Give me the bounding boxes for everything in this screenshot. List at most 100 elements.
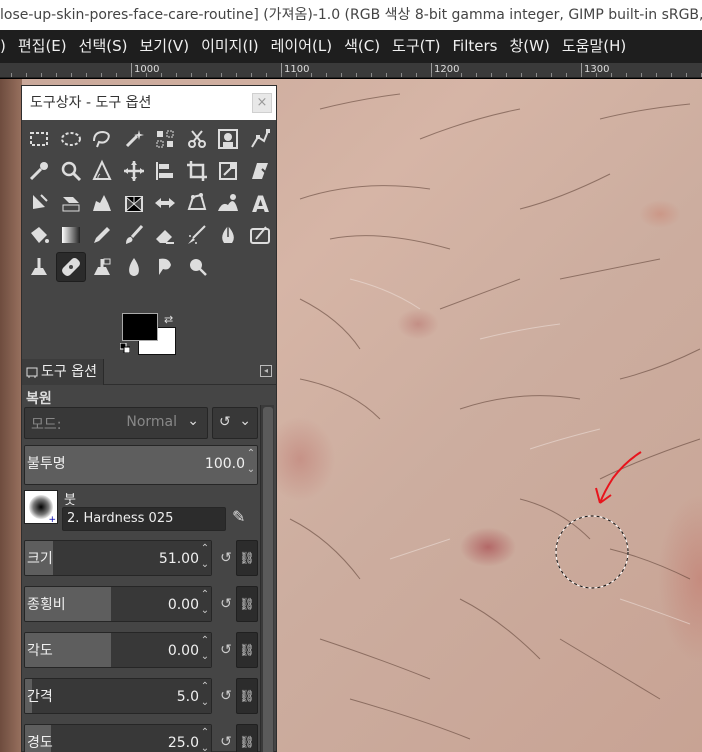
ruler-minor-tick (536, 73, 537, 77)
clone-icon[interactable] (24, 252, 54, 282)
reset-icon: ↺ (219, 414, 231, 430)
link-icon[interactable]: ⛓ (236, 724, 258, 752)
text-icon[interactable]: A (245, 188, 275, 218)
foreground-select-icon[interactable] (213, 124, 243, 154)
shear-icon[interactable] (56, 188, 86, 218)
angle-spinscale[interactable]: 각도 0.00 ⌃ ⌄ (24, 632, 212, 668)
heal-icon[interactable] (55, 252, 86, 282)
pencil-icon[interactable] (87, 220, 117, 250)
opacity-spinscale[interactable]: 불투명 100.0 ⌃ ⌄ (24, 445, 258, 485)
reset-icon[interactable]: ↺ (216, 678, 236, 714)
link-icon[interactable]: ⛓ (236, 540, 258, 576)
link-icon[interactable]: ⛓ (236, 678, 258, 714)
spin-arrows-icon[interactable]: ⌃ ⌄ (245, 446, 257, 484)
link-icon[interactable]: ⛓ (236, 632, 258, 668)
menu-colors[interactable]: 색(C) (338, 30, 386, 63)
ruler-minor-tick (206, 73, 207, 77)
select-by-color-icon[interactable] (150, 124, 180, 154)
foreground-color-swatch[interactable] (122, 313, 158, 341)
menu-tools[interactable]: 도구(T) (386, 30, 446, 63)
perspective-icon[interactable] (119, 188, 149, 218)
horizontal-ruler[interactable]: 1000 1100 1200 1300 (0, 63, 702, 78)
flip-icon[interactable] (150, 188, 180, 218)
menu-file[interactable]: ) (0, 30, 12, 63)
smudge-icon[interactable] (150, 252, 180, 282)
ruler-minor-tick (611, 73, 612, 77)
unified-transform-icon[interactable] (213, 156, 243, 186)
scissors-select-icon[interactable] (182, 124, 212, 154)
menu-filters[interactable]: Filters (447, 30, 504, 63)
reset-colors-icon[interactable] (120, 343, 130, 353)
menu-help[interactable]: 도움말(H) (556, 30, 632, 63)
menu-image[interactable]: 이미지(I) (195, 30, 265, 63)
rotate-icon[interactable] (24, 188, 54, 218)
measure-icon[interactable] (87, 156, 117, 186)
reset-icon[interactable]: ↺ (216, 540, 236, 576)
menu-view[interactable]: 보기(V) (133, 30, 195, 63)
dock-title-bar[interactable]: 도구상자 - 도구 옵션 × (22, 86, 276, 120)
menu-windows[interactable]: 창(W) (503, 30, 555, 63)
aspect-ratio-spinscale[interactable]: 종횡비 0.00 ⌃ ⌄ (24, 586, 212, 622)
mypaint-brush-icon[interactable] (245, 220, 275, 250)
brush-preview[interactable]: + (24, 490, 58, 525)
gradient-icon[interactable] (56, 220, 86, 250)
paintbrush-icon[interactable] (119, 220, 149, 250)
ruler-minor-tick (476, 73, 477, 77)
reset-icon[interactable]: ↺ (216, 724, 236, 752)
size-spinscale[interactable]: 크기 51.00 ⌃ ⌄ (24, 540, 212, 576)
spin-arrows-icon[interactable]: ⌃ ⌄ (199, 541, 211, 575)
reset-icon[interactable]: ↺ (216, 586, 236, 622)
cage-transform-icon[interactable] (87, 188, 117, 218)
toolbox-dock: 도구상자 - 도구 옵션 × A ⇄ 도구 옵션 ◂ 복원 모드: Normal… (21, 85, 277, 752)
tab-menu-icon[interactable]: ◂ (260, 365, 272, 377)
ruler-minor-tick (221, 73, 222, 77)
airbrush-icon[interactable] (182, 220, 212, 250)
menu-layer[interactable]: 레이어(L) (265, 30, 338, 63)
aspect-ratio-label: 종횡비 (27, 597, 66, 613)
hardness-spinscale[interactable]: 경도 25.0 ⌃ ⌄ (24, 724, 212, 752)
menu-edit[interactable]: 편집(E) (12, 30, 73, 63)
reset-icon[interactable]: ↺ (216, 632, 236, 668)
handle-transform-icon[interactable] (182, 188, 212, 218)
zoom-icon[interactable] (56, 156, 86, 186)
spin-arrows-icon[interactable]: ⌃ ⌄ (199, 679, 211, 713)
mode-reset-select[interactable]: ↺ ⌄ (212, 407, 258, 439)
free-select-icon[interactable] (87, 124, 117, 154)
rect-select-icon[interactable] (24, 124, 54, 154)
options-scrollbar-thumb[interactable] (263, 407, 273, 752)
close-icon[interactable]: × (252, 93, 272, 113)
spin-arrows-icon[interactable]: ⌃ ⌄ (199, 633, 211, 667)
swap-colors-icon[interactable]: ⇄ (164, 313, 173, 326)
edit-brush-icon[interactable]: ✎ (232, 507, 245, 526)
move-icon[interactable] (119, 156, 149, 186)
ruler-minor-tick (311, 73, 312, 77)
spin-arrows-icon[interactable]: ⌃ ⌄ (199, 587, 211, 621)
mode-select[interactable]: 모드: Normal ⌄ (24, 407, 208, 439)
crop-icon[interactable] (182, 156, 212, 186)
align-icon[interactable] (150, 156, 180, 186)
ellipse-select-icon[interactable] (56, 124, 86, 154)
blur-icon[interactable] (119, 252, 149, 282)
paths-icon[interactable] (245, 124, 275, 154)
menu-select[interactable]: 선택(S) (73, 30, 134, 63)
seamless-clone-icon[interactable] (213, 188, 243, 218)
tab-tool-options[interactable]: 도구 옵션 (22, 359, 104, 385)
bucket-fill-icon[interactable] (24, 220, 54, 250)
ink-icon[interactable] (213, 220, 243, 250)
eraser-icon[interactable] (150, 220, 180, 250)
spin-arrows-icon[interactable]: ⌃ ⌄ (199, 725, 211, 752)
warp-transform-icon[interactable] (245, 156, 275, 186)
ruler-minor-tick (251, 73, 252, 77)
ruler-minor-tick (11, 73, 12, 77)
perspective-clone-icon[interactable] (87, 252, 117, 282)
canvas-left-edge (0, 79, 22, 752)
ruler-minor-tick (161, 73, 162, 77)
ruler-minor-tick (371, 73, 372, 77)
color-picker-icon[interactable] (24, 156, 54, 186)
options-scrollbar[interactable] (260, 405, 274, 752)
brush-name-field[interactable]: 2. Hardness 025 (62, 507, 226, 531)
spacing-spinscale[interactable]: 간격 5.0 ⌃ ⌄ (24, 678, 212, 714)
dodge-burn-icon[interactable] (182, 252, 212, 282)
fuzzy-select-icon[interactable] (119, 124, 149, 154)
link-icon[interactable]: ⛓ (236, 586, 258, 622)
